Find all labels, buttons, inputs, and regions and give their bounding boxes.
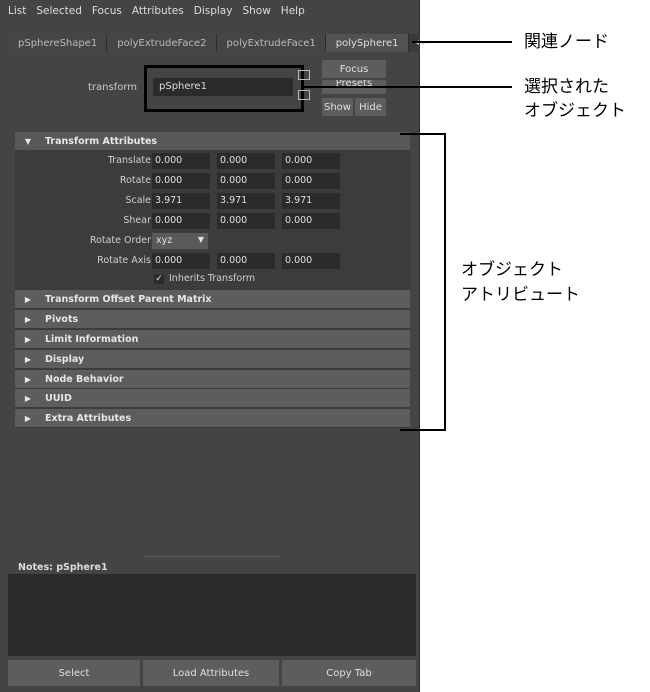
rotate-label: Rotate	[119, 175, 151, 186]
section-label: Pivots	[45, 313, 79, 325]
scale-x-field[interactable]: 3.971	[152, 193, 210, 209]
section-uuid[interactable]: ▶ UUID	[15, 389, 410, 407]
expand-triangle-icon[interactable]: ▶	[21, 315, 35, 324]
shear-y-field[interactable]: 0.000	[217, 213, 275, 229]
tab-polysphere1[interactable]: polySphere1	[325, 34, 409, 52]
menu-list[interactable]: List	[8, 5, 26, 17]
load-attributes-button[interactable]: Load Attributes	[143, 660, 279, 686]
show-button[interactable]: Show	[322, 98, 353, 116]
scale-label: Scale	[125, 195, 151, 206]
rotate-axis-z-field[interactable]: 0.000	[282, 253, 340, 269]
input-connection-icon[interactable]	[298, 70, 310, 80]
chevron-down-icon: ▼	[197, 235, 204, 244]
translate-y-field[interactable]: 0.000	[217, 153, 275, 169]
tab-scroll-arrows-icon[interactable]: ◂ ▸	[415, 38, 427, 48]
attribute-area: ▼ Transform Attributes Translate 0.000 0…	[15, 132, 410, 428]
attributes-bracket-side	[444, 133, 446, 431]
section-limit-information[interactable]: ▶ Limit Information	[15, 330, 410, 348]
highlight-box	[144, 65, 304, 112]
tab-psphereshape1[interactable]: pSphereShape1	[8, 34, 108, 52]
menu-attributes[interactable]: Attributes	[132, 5, 184, 17]
scale-z-field[interactable]: 3.971	[282, 193, 340, 209]
menu-help[interactable]: Help	[281, 5, 305, 17]
rotate-y-field[interactable]: 0.000	[217, 173, 275, 189]
translate-label: Translate	[107, 155, 151, 166]
focus-button[interactable]: Focus	[322, 60, 386, 78]
expand-triangle-icon[interactable]: ▶	[21, 295, 35, 304]
section-node-behavior[interactable]: ▶ Node Behavior	[15, 370, 410, 388]
menu-show[interactable]: Show	[242, 5, 270, 17]
related-nodes-callout: 関連ノード	[524, 32, 609, 52]
expand-triangle-icon[interactable]: ▶	[21, 394, 35, 403]
expand-triangle-icon[interactable]: ▶	[21, 375, 35, 384]
transform-row: transform pSphere1 Focus Presets Show Hi…	[8, 60, 412, 120]
shear-x-field[interactable]: 0.000	[152, 213, 210, 229]
section-label: Limit Information	[45, 333, 139, 345]
expand-triangle-icon[interactable]: ▶	[21, 355, 35, 364]
section-label: Transform Offset Parent Matrix	[45, 293, 212, 305]
translate-z-field[interactable]: 0.000	[282, 153, 340, 169]
copy-tab-button[interactable]: Copy Tab	[282, 660, 416, 686]
section-label: Display	[45, 353, 85, 365]
section-display[interactable]: ▶ Display	[15, 350, 410, 368]
rotate-x-field[interactable]: 0.000	[152, 173, 210, 189]
expand-triangle-icon[interactable]: ▼	[21, 137, 35, 146]
menu-focus[interactable]: Focus	[92, 5, 122, 17]
inherits-transform-checkbox[interactable]: ✓	[154, 274, 164, 284]
expand-triangle-icon[interactable]: ▶	[21, 414, 35, 423]
related-nodes-callout-line	[412, 41, 512, 43]
inherits-transform-label: Inherits Transform	[169, 273, 256, 284]
notes-textarea[interactable]	[8, 574, 416, 656]
attribute-editor-panel: List Selected Focus Attributes Display S…	[0, 0, 426, 692]
selected-object-callout-line1: 選択された	[524, 77, 609, 97]
section-label: UUID	[45, 392, 72, 404]
section-label: Transform Attributes	[45, 135, 158, 147]
scale-y-field[interactable]: 3.971	[217, 193, 275, 209]
section-pivots[interactable]: ▶ Pivots	[15, 310, 410, 328]
section-label: Node Behavior	[45, 373, 124, 385]
section-label: Extra Attributes	[45, 412, 132, 424]
object-attributes-callout-line1: オブジェクト	[461, 260, 563, 280]
section-transform-offset-parent-matrix[interactable]: ▶ Transform Offset Parent Matrix	[15, 290, 410, 308]
rotate-order-value: xyz	[156, 235, 173, 246]
tab-polyextrudeface1[interactable]: polyExtrudeFace1	[216, 34, 326, 52]
tab-polyextrudeface2[interactable]: polyExtrudeFace2	[107, 34, 217, 52]
attributes-bracket-top	[400, 133, 446, 135]
rotate-axis-label: Rotate Axis	[97, 255, 151, 266]
output-connection-icon[interactable]	[298, 90, 310, 100]
hide-button[interactable]: Hide	[355, 98, 386, 116]
shear-z-field[interactable]: 0.000	[282, 213, 340, 229]
selected-object-callout-line2: オブジェクト	[524, 101, 626, 121]
translate-x-field[interactable]: 0.000	[152, 153, 210, 169]
menu-display[interactable]: Display	[194, 5, 233, 17]
menu-selected[interactable]: Selected	[36, 5, 82, 17]
notes-label: Notes: pSphere1	[18, 562, 108, 573]
select-button[interactable]: Select	[8, 660, 140, 686]
expand-triangle-icon[interactable]: ▶	[21, 335, 35, 344]
object-attributes-callout-line2: アトリビュート	[461, 285, 580, 305]
node-tab-bar: pSphereShape1 polyExtrudeFace2 polyExtru…	[8, 34, 426, 52]
menu-bar: List Selected Focus Attributes Display S…	[0, 0, 420, 22]
rotate-order-label: Rotate Order	[89, 235, 151, 246]
notes-splitter-handle[interactable]	[145, 556, 280, 557]
rotate-axis-x-field[interactable]: 0.000	[152, 253, 210, 269]
selected-object-callout-line	[304, 86, 512, 88]
section-transform-attributes[interactable]: ▼ Transform Attributes	[15, 132, 410, 150]
rotate-axis-y-field[interactable]: 0.000	[217, 253, 275, 269]
transform-label: transform	[88, 82, 138, 93]
shear-label: Shear	[123, 215, 151, 226]
rotate-order-dropdown[interactable]: xyz ▼	[152, 233, 208, 249]
attributes-bracket-bottom	[400, 429, 446, 431]
section-extra-attributes[interactable]: ▶ Extra Attributes	[15, 409, 410, 427]
rotate-z-field[interactable]: 0.000	[282, 173, 340, 189]
